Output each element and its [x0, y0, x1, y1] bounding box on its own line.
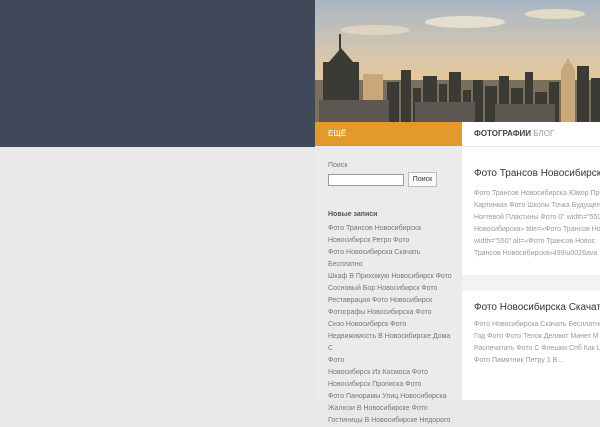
tab-photos[interactable]: ФОТОГРАФИИ БЛОГ	[474, 129, 554, 138]
recent-post-link[interactable]: Недвижимость В Новосибирске Дома С	[328, 331, 456, 355]
tab-blog[interactable]: БЛОГ	[533, 129, 554, 138]
recent-post-link[interactable]: Сосновый Бор Новосибирск Фото	[328, 283, 456, 295]
city-skyline-image	[315, 0, 600, 122]
header-city-image	[315, 0, 600, 122]
post-excerpt-line: Фото Трансов Новосибирска Юмор При	[474, 190, 600, 197]
recent-post-link[interactable]: Фото Панорамы Улиц Новосибирска	[328, 391, 456, 403]
post-excerpt-line: Картинках Фото Школы Точка Будущего	[474, 202, 600, 209]
search-input[interactable]	[328, 174, 404, 186]
post-excerpt-line: Распечатать Фото С Флешки Спб Как Ц	[474, 345, 600, 352]
post-excerpt-line: Ногтевой Пластины Фото 0" width="550"	[474, 214, 600, 221]
post-title-link[interactable]: Фото Трансов Новосибирск	[474, 168, 600, 179]
post-excerpt: Фото Новосибирска Скачать Бесплатно Год …	[474, 319, 600, 367]
post-excerpt: Фото Трансов Новосибирска Юмор При Карти…	[474, 188, 600, 260]
main-menu-bar: ЕЩЁ	[315, 122, 462, 146]
recent-post-link[interactable]: Шкаф В Прихожую Новосибирск Фото	[328, 271, 456, 283]
header-dark-panel	[0, 0, 315, 147]
post-excerpt-line: Фото Памятник Петру 1 В...	[474, 357, 564, 364]
recent-posts-list: Фото Трансов Новосибирска Новосибирск Ре…	[328, 223, 456, 427]
recent-post-link[interactable]: Сизо Новосибирск Фото	[328, 319, 456, 331]
posts-area: Фото Трансов Новосибирск Фото Трансов Но…	[462, 147, 600, 400]
post-excerpt-line: Фото Новосибирска Скачать Бесплатно	[474, 321, 600, 328]
recent-posts-title: Новые записи	[328, 211, 378, 218]
post-excerpt-line: Год Фото Фото Телок Делают Минет М	[474, 333, 599, 340]
recent-post-link[interactable]: Фото	[328, 355, 456, 367]
menu-more-link[interactable]: ЕЩЁ	[328, 129, 346, 138]
post-title-link[interactable]: Фото Новосибирска Скачат	[474, 302, 600, 313]
recent-post-link[interactable]: Гостиницы В Новосибирске Недорого	[328, 415, 456, 427]
recent-post-link[interactable]: Реставрация Фото Новосибирск	[328, 295, 456, 307]
recent-post-link[interactable]: Фото Трансов Новосибирска	[328, 223, 456, 235]
post-excerpt-line: Новосибирска» title=«Фото Трансов Но	[474, 226, 600, 233]
recent-post-link[interactable]: Новосибирск Ретро Фото	[328, 235, 456, 247]
recent-post-link[interactable]: Новосибирск Из Космоса Фото	[328, 367, 456, 379]
recent-post-link[interactable]: Новосибирск Прописка Фото	[328, 379, 456, 391]
recent-post-link[interactable]: Фотографы Новосибирска Фото	[328, 307, 456, 319]
sidebar: Поиск Поиск Новые записи Фото Трансов Но…	[315, 147, 462, 424]
post-excerpt-line: width="550" alt=«Фото Трансов Новос	[474, 238, 596, 245]
search-button[interactable]: Поиск	[408, 172, 437, 187]
category-tab-bar: ФОТОГРАФИИ БЛОГ	[462, 122, 600, 146]
post-excerpt-line: Трансов Новосибирска»499\u0026ava	[474, 250, 598, 257]
recent-post-link[interactable]: Жалюзи В Новосибирске Фото	[328, 403, 456, 415]
recent-post-link[interactable]: Фото Новосибирска Скачать Бесплатно	[328, 247, 456, 271]
tab-photos-label: ФОТОГРАФИИ	[474, 129, 532, 138]
search-label: Поиск	[328, 162, 348, 169]
